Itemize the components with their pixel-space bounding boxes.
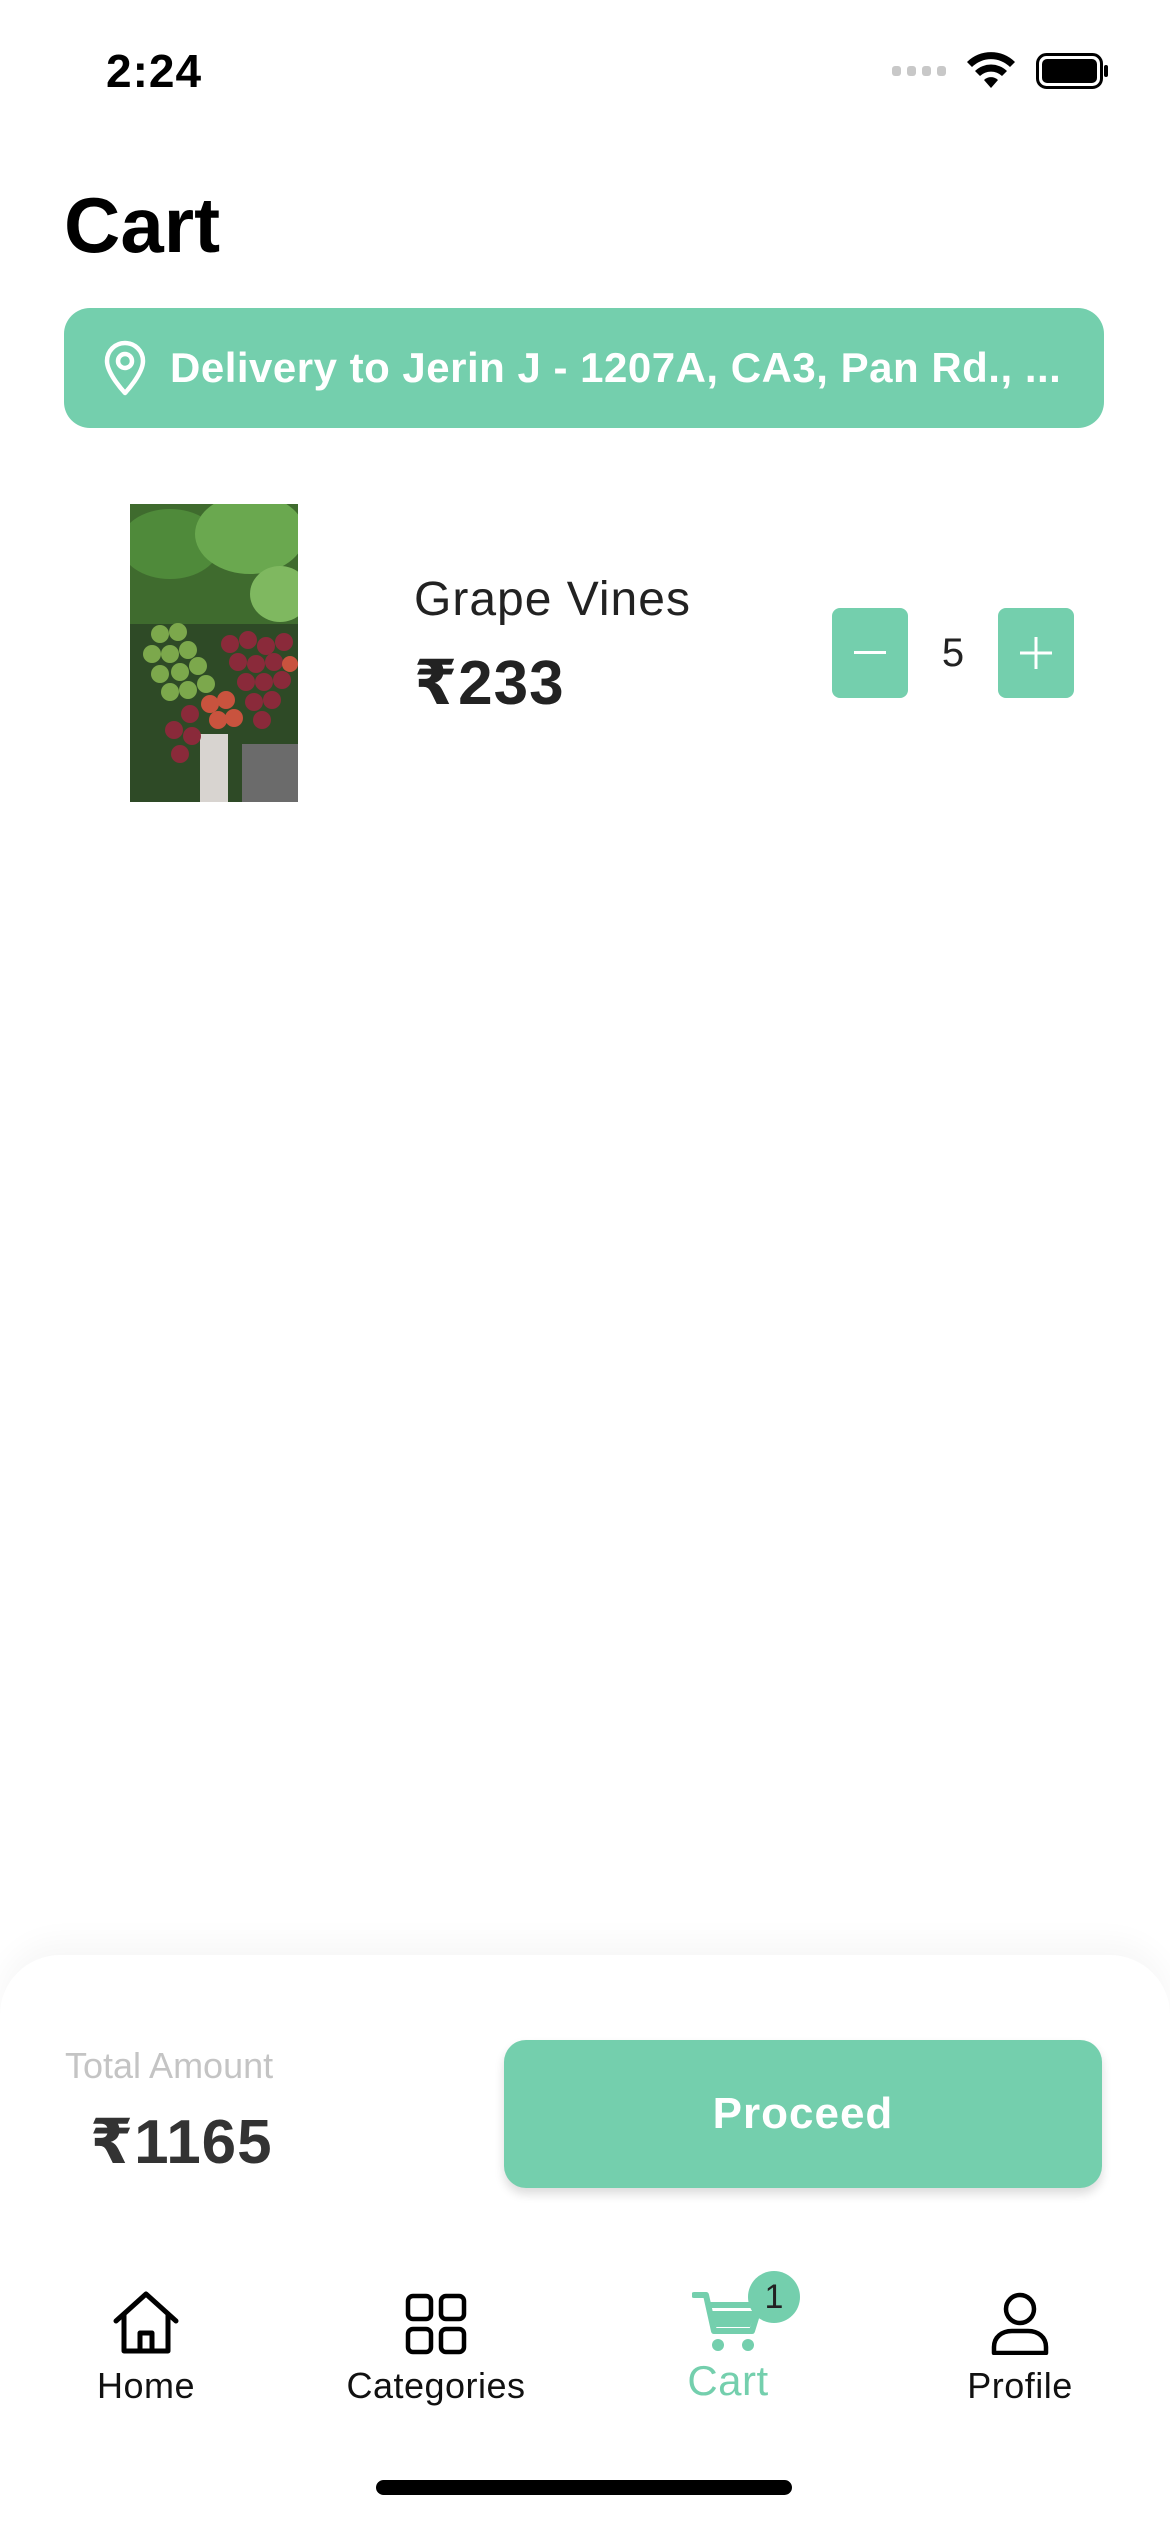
bottom-navigation: Home Categories 1 Cart Profile xyxy=(0,2255,1170,2435)
nav-item-profile[interactable]: Profile xyxy=(890,2285,1150,2425)
nav-label-home: Home xyxy=(96,2365,196,2406)
plus-icon xyxy=(1020,637,1052,669)
signal-dots-icon xyxy=(892,66,946,76)
cart-count-badge: 1 xyxy=(748,2271,800,2323)
battery-icon xyxy=(1036,53,1108,89)
product-name: Grape Vines xyxy=(414,573,691,626)
quantity-value: 5 xyxy=(941,630,965,675)
home-icon xyxy=(113,2291,179,2354)
location-pin-icon xyxy=(104,340,146,396)
proceed-button[interactable]: Proceed xyxy=(504,2040,1102,2188)
grid-icon xyxy=(405,2293,467,2355)
decrease-quantity-button[interactable] xyxy=(832,608,908,698)
nav-label-profile: Profile xyxy=(967,2365,1073,2406)
user-icon xyxy=(991,2292,1049,2355)
delivery-address-banner[interactable]: Delivery to Jerin J - 1207A, CA3, Pan Rd… xyxy=(64,308,1104,428)
total-amount-label: Total Amount xyxy=(65,2045,274,2086)
cart-item: Grape Vines ₹233 5 xyxy=(0,500,1170,810)
nav-label-categories: Categories xyxy=(346,2365,526,2406)
order-summary-panel: Total Amount ₹1165 Proceed xyxy=(0,1955,1170,2255)
delivery-address-text: Delivery to Jerin J - 1207A, CA3, Pan Rd… xyxy=(170,344,1062,391)
cart-screen: 2:24 Cart Delivery to Jerin J - 1207A, C… xyxy=(0,0,1170,2532)
product-image xyxy=(130,504,298,802)
wifi-icon xyxy=(967,52,1015,88)
increase-quantity-button[interactable] xyxy=(998,608,1074,698)
home-indicator[interactable] xyxy=(376,2480,792,2495)
status-icons xyxy=(892,52,1110,90)
nav-item-categories[interactable]: Categories xyxy=(306,2285,566,2425)
nav-item-home[interactable]: Home xyxy=(16,2285,276,2425)
product-price: ₹233 xyxy=(414,649,565,718)
nav-label-cart: Cart xyxy=(687,2357,769,2404)
nav-item-cart[interactable]: 1 Cart xyxy=(598,2271,858,2425)
status-time: 2:24 xyxy=(106,45,203,97)
total-amount-value: ₹1165 xyxy=(90,2108,273,2177)
minus-icon xyxy=(854,651,886,654)
page-title: Cart xyxy=(64,181,221,269)
status-bar: 2:24 xyxy=(0,0,1170,150)
